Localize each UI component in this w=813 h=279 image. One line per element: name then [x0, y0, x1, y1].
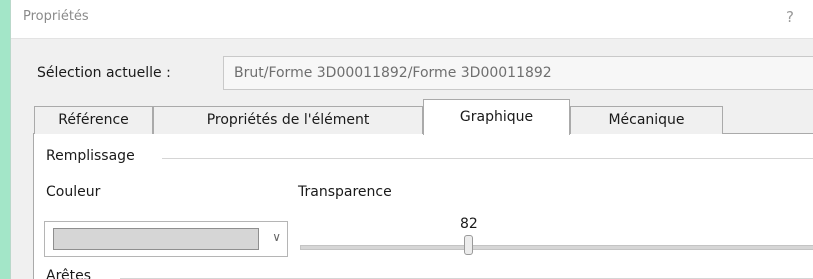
- fill-group-title: Remplissage: [46, 148, 137, 164]
- current-selection-label: Sélection actuelle :: [37, 65, 171, 81]
- color-label: Couleur: [46, 184, 101, 200]
- help-icon[interactable]: ?: [786, 8, 794, 26]
- chevron-down-icon[interactable]: ∨: [272, 230, 281, 244]
- transparency-label: Transparence: [298, 184, 392, 200]
- tab-graphics[interactable]: Graphique: [423, 99, 570, 135]
- transparency-value: 82: [460, 216, 478, 232]
- edges-group-title: Arêtes: [46, 268, 94, 279]
- properties-window: Propriétés ? Sélection actuelle : Brut/F…: [10, 0, 813, 279]
- fill-group-divider: [162, 158, 813, 159]
- current-selection-field[interactable]: Brut/Forme 3D00011892/Forme 3D00011892: [223, 56, 813, 90]
- transparency-slider-track[interactable]: [300, 245, 813, 250]
- current-selection-value: Brut/Forme 3D00011892/Forme 3D00011892: [234, 65, 552, 81]
- tab-reference[interactable]: Référence: [34, 106, 153, 134]
- transparency-slider-thumb[interactable]: [464, 235, 473, 255]
- title-bar: Propriétés ?: [11, 0, 813, 39]
- tab-mechanics[interactable]: Mécanique: [570, 106, 723, 134]
- tab-element-properties[interactable]: Propriétés de l'élément: [153, 106, 423, 134]
- color-swatch: [53, 228, 259, 250]
- window-title: Propriétés: [23, 9, 89, 24]
- color-dropdown[interactable]: ∨: [44, 221, 288, 257]
- graphics-panel: Remplissage Couleur Transparence ∨ 82 Ar…: [33, 134, 813, 279]
